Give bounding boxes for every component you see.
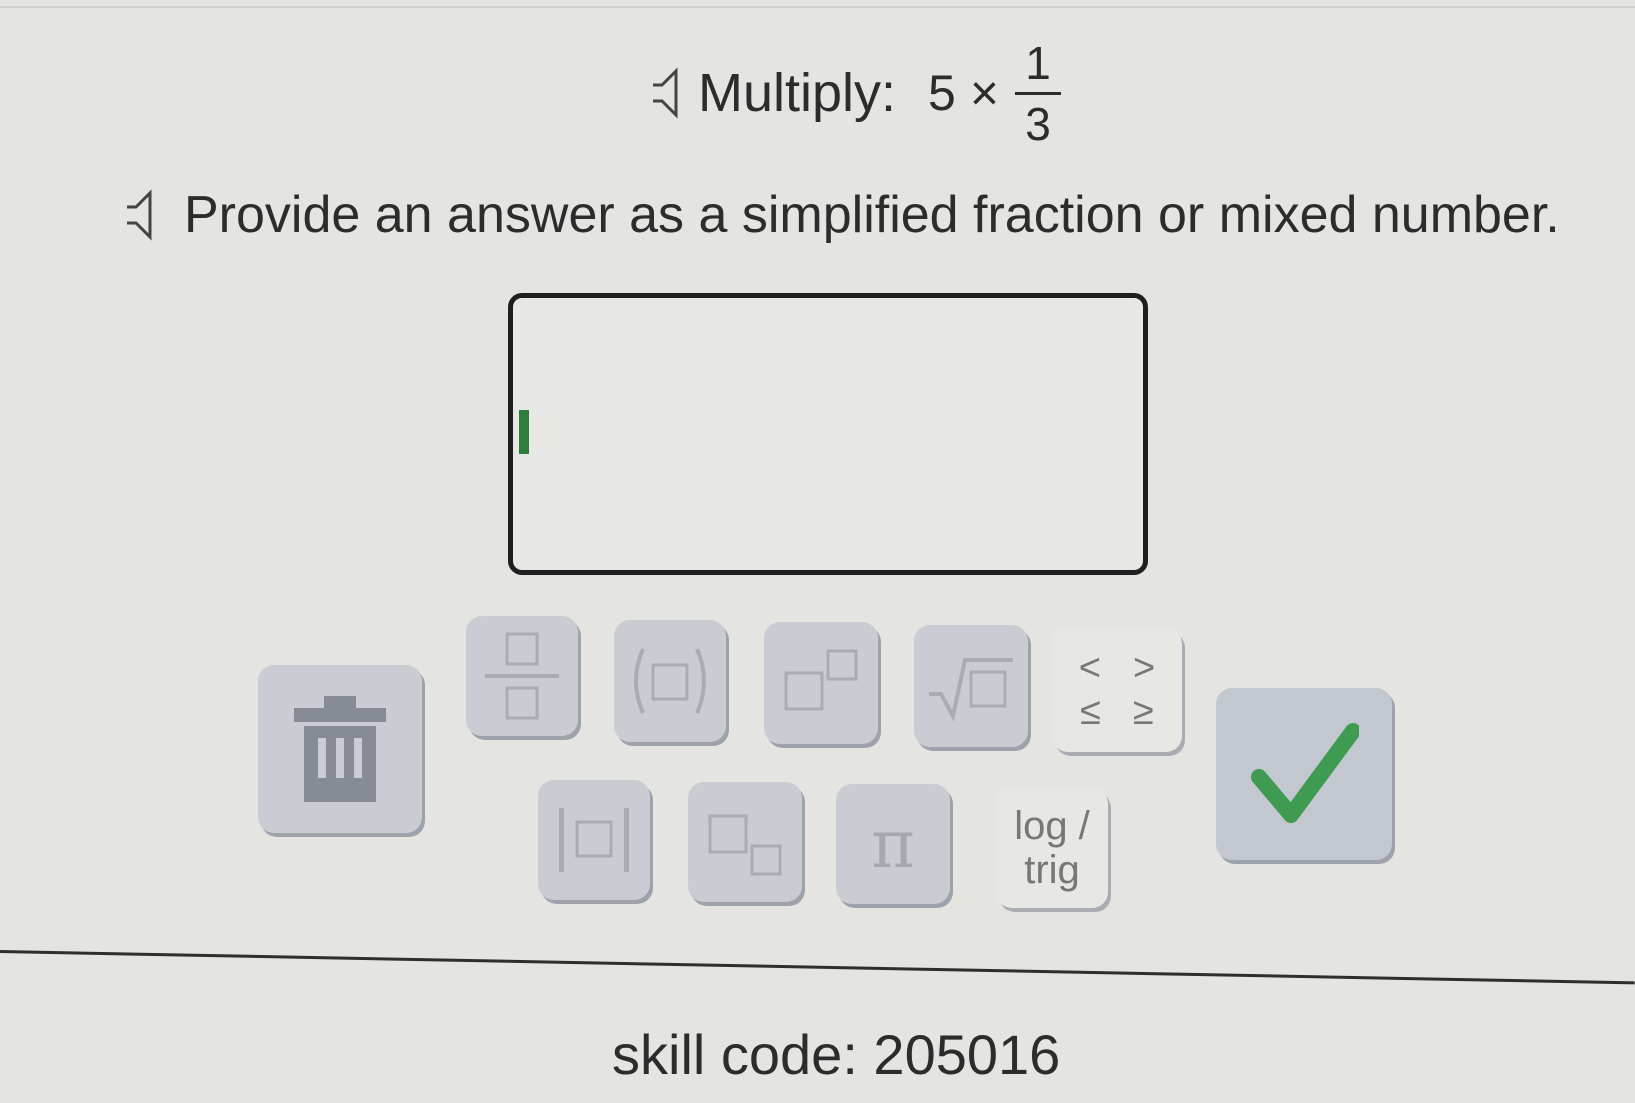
absolute-value-icon: [559, 808, 629, 872]
greater-equal-symbol: ≥: [1133, 691, 1154, 733]
parentheses-icon: [634, 648, 706, 714]
exponent-button[interactable]: [764, 622, 878, 744]
fraction-numerator: 1: [1025, 36, 1051, 89]
subscript-icon: [708, 814, 782, 876]
checkmark-icon: [1251, 723, 1359, 823]
exponent-icon: [784, 649, 858, 711]
question-label: Multiply:: [698, 63, 897, 123]
less-than-symbol: <: [1078, 647, 1101, 689]
square-root-icon: [929, 658, 1013, 722]
fraction-icon: [485, 632, 559, 720]
question: Multiply: 5 × 1 3: [650, 36, 1062, 150]
inequalities-button[interactable]: < > ≤ ≥: [1052, 628, 1182, 752]
log-trig-button[interactable]: log / trig: [996, 788, 1108, 908]
pi-symbol: π: [871, 805, 915, 883]
parentheses-button[interactable]: [614, 620, 726, 742]
log-label: log /: [1014, 804, 1090, 848]
clear-button[interactable]: [258, 665, 422, 833]
question-expression: 5 × 1 3: [928, 36, 1062, 150]
top-divider: [0, 6, 1635, 8]
skill-code: skill code: 205016: [612, 1023, 1061, 1086]
pi-button[interactable]: π: [836, 784, 950, 904]
trig-label: trig: [1024, 848, 1080, 892]
section-divider: [0, 950, 1635, 985]
fraction-button[interactable]: [466, 616, 578, 736]
whole-number: 5: [928, 65, 956, 121]
square-root-button[interactable]: [914, 625, 1028, 747]
speaker-icon[interactable]: [124, 187, 158, 243]
instruction-text: Provide an answer as a simplified fracti…: [184, 186, 1560, 244]
instruction: Provide an answer as a simplified fracti…: [124, 185, 1560, 245]
submit-button[interactable]: [1216, 688, 1392, 860]
subscript-button[interactable]: [688, 782, 802, 902]
question-fraction: 1 3: [1015, 36, 1062, 150]
multiply-operator: ×: [969, 65, 1000, 121]
less-equal-symbol: ≤: [1080, 691, 1101, 733]
trash-icon: [294, 696, 386, 802]
greater-than-symbol: >: [1133, 647, 1156, 689]
fraction-bar: [1015, 91, 1062, 95]
absolute-value-button[interactable]: [538, 780, 650, 900]
answer-input[interactable]: [508, 293, 1148, 575]
speaker-icon[interactable]: [650, 65, 684, 121]
fraction-denominator: 3: [1025, 97, 1051, 150]
text-cursor: [519, 410, 529, 454]
